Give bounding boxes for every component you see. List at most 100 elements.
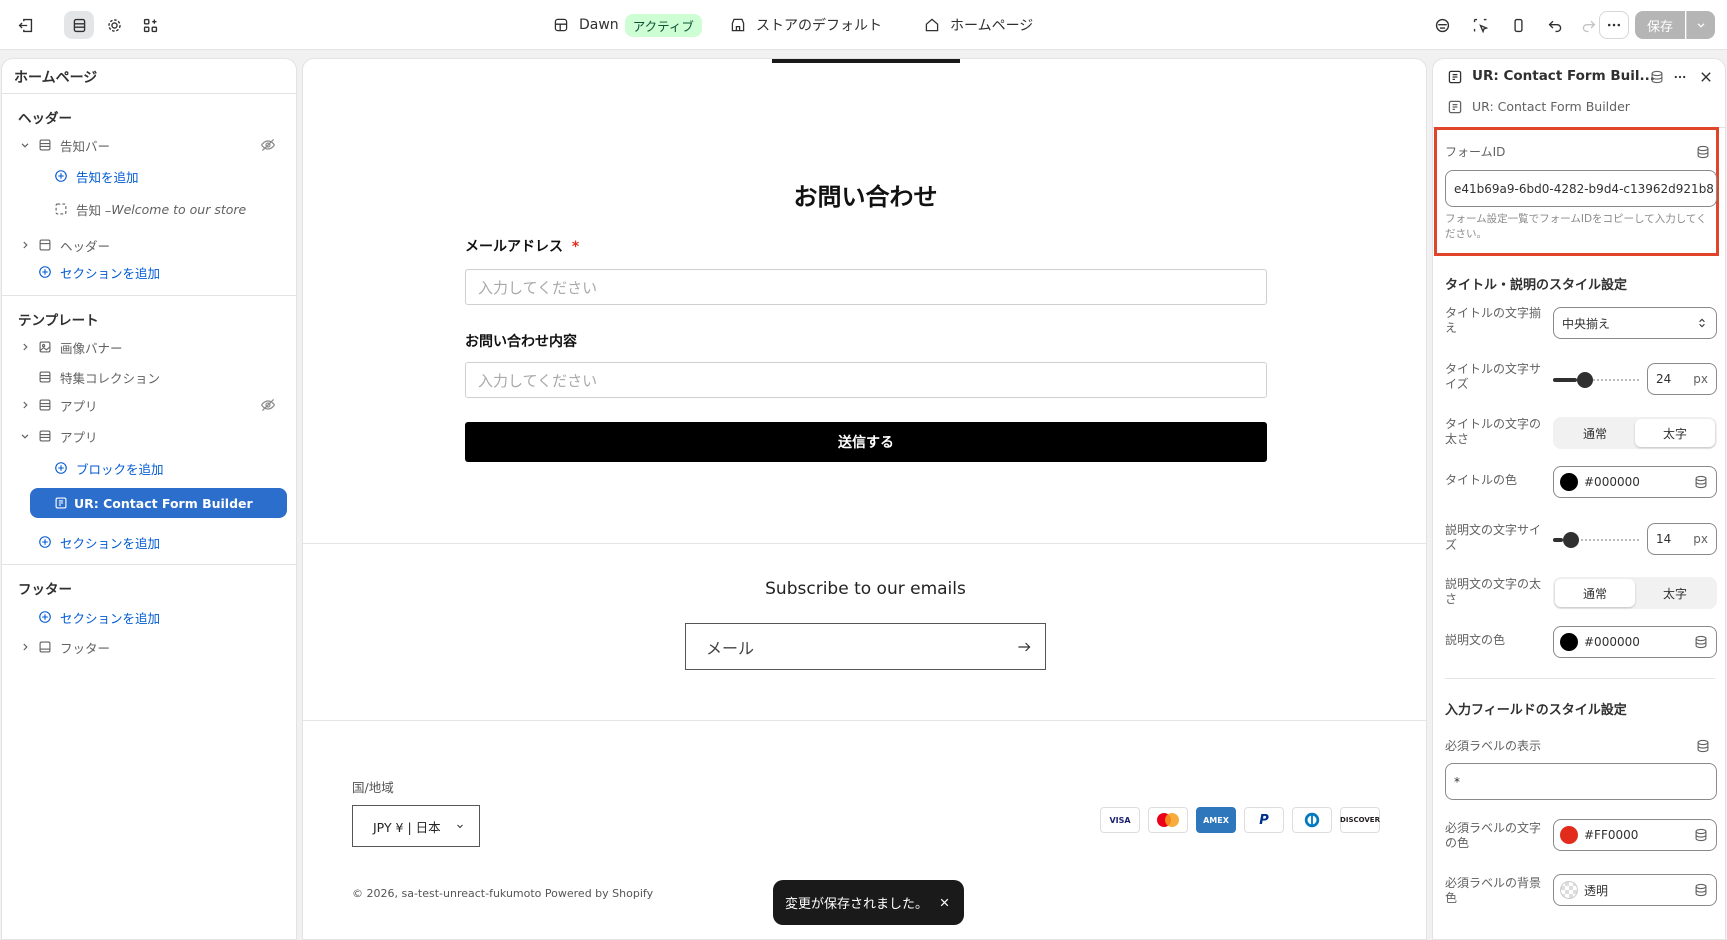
more-icon[interactable]: [1673, 70, 1687, 84]
close-icon[interactable]: [939, 897, 950, 908]
desc-color-picker[interactable]: #000000: [1553, 626, 1717, 658]
block-dashed-icon: [55, 203, 67, 215]
title-align-value: 中央揃え: [1562, 316, 1611, 331]
copyright-text: © 2026, sa-test-unreact-fukumoto Powered…: [352, 887, 654, 900]
tree-item-app-1[interactable]: アプリ: [38, 392, 98, 418]
required-mark: *: [571, 239, 580, 255]
color-swatch[interactable]: [1560, 633, 1578, 651]
add-section-link[interactable]: セクションを追加: [38, 604, 160, 630]
chevron-right-icon[interactable]: [19, 341, 31, 353]
plus-circle-icon: [39, 611, 51, 623]
title-color-picker[interactable]: #000000: [1553, 466, 1717, 498]
required-display-input[interactable]: *: [1445, 763, 1717, 800]
divider: [303, 720, 1426, 721]
input-style-heading: 入力フィールドのスタイル設定: [1445, 703, 1627, 718]
submit-button[interactable]: 送信する: [465, 422, 1267, 462]
color-swatch[interactable]: [1560, 826, 1578, 844]
tree-item-label: アプリ: [60, 398, 98, 414]
form-title: お問い合わせ: [793, 183, 938, 211]
weight-bold-option[interactable]: 太字: [1635, 419, 1715, 447]
tree-item-app-2[interactable]: アプリ: [38, 423, 98, 449]
add-block-link[interactable]: ブロックを追加: [54, 455, 164, 481]
required-bg-picker[interactable]: 透明: [1553, 874, 1717, 906]
desc-size-value: 14: [1656, 532, 1672, 546]
email-input[interactable]: 入力してください: [465, 269, 1267, 305]
arrow-right-icon[interactable]: [1016, 639, 1032, 655]
theme-name: Dawn: [579, 17, 619, 33]
tree-item-header[interactable]: ヘッダー: [38, 232, 110, 258]
page-selector[interactable]: ホームページ: [924, 0, 1033, 50]
undo-icon[interactable]: [1540, 11, 1570, 39]
chevron-down-icon[interactable]: [19, 139, 31, 151]
desc-size-slider[interactable]: [1553, 532, 1639, 548]
tree-item-announcement-bar[interactable]: 告知バー: [38, 132, 110, 158]
region-label: 国/地域: [352, 780, 394, 795]
desc-color-label: 説明文の色: [1445, 633, 1506, 647]
theme-selector[interactable]: Dawn アクティブ: [553, 0, 702, 50]
database-icon[interactable]: [1694, 635, 1708, 649]
settings-subtitle: UR: Contact Form Builder: [1472, 99, 1630, 114]
settings-icon[interactable]: [99, 11, 129, 39]
settings-title: UR: Contact Form Buil...: [1472, 68, 1655, 84]
form-id-input[interactable]: e41b69a9-6bd0-4282-b9d4-c13962d921b8: [1445, 170, 1717, 207]
divider: [1445, 678, 1715, 679]
theme-icon: [554, 18, 568, 32]
subscribe-email-input[interactable]: メール: [685, 623, 1046, 670]
title-size-slider[interactable]: [1553, 372, 1639, 388]
required-bg-value: 透明: [1584, 883, 1609, 898]
currency-select[interactable]: JPY ¥ | 日本: [352, 805, 480, 847]
title-size-input[interactable]: 24 px: [1647, 363, 1717, 395]
database-icon[interactable]: [1696, 145, 1710, 159]
sections-icon[interactable]: [64, 11, 94, 39]
panel-title: ホームページ: [14, 70, 98, 86]
inspector-icon[interactable]: [1427, 11, 1457, 39]
color-swatch[interactable]: [1560, 473, 1578, 491]
eye-hidden-icon[interactable]: [260, 137, 276, 153]
select-cursor-icon[interactable]: [1465, 11, 1495, 39]
apps-icon[interactable]: [135, 11, 165, 39]
database-icon[interactable]: [1650, 70, 1664, 84]
database-icon[interactable]: [1694, 828, 1708, 842]
title-align-select[interactable]: 中央揃え: [1553, 307, 1717, 339]
block-settings-panel: UR: Contact Form Buil... UR: Contact For…: [1432, 58, 1726, 940]
save-options-chevron-icon[interactable]: [1686, 11, 1715, 39]
eye-hidden-icon[interactable]: [260, 397, 276, 413]
email-field-label: メールアドレス *: [465, 236, 579, 256]
add-section-link[interactable]: セクションを追加: [38, 259, 160, 285]
desc-size-input[interactable]: 14 px: [1647, 523, 1717, 555]
required-color-picker[interactable]: #FF0000: [1553, 819, 1717, 851]
save-button[interactable]: 保存: [1635, 11, 1685, 39]
more-actions-icon[interactable]: [1599, 11, 1629, 39]
tree-item-image-banner[interactable]: 画像バナー: [38, 334, 123, 360]
chevron-right-icon[interactable]: [19, 399, 31, 411]
exit-icon[interactable]: [10, 11, 40, 39]
transparent-swatch[interactable]: [1560, 881, 1578, 899]
chevron-right-icon[interactable]: [19, 239, 31, 251]
add-announcement-link[interactable]: 告知を追加: [54, 163, 139, 189]
desc-weight-label: 説明文の文字の太さ: [1445, 577, 1542, 606]
chevron-down-icon[interactable]: [19, 430, 31, 442]
add-section-link[interactable]: セクションを追加: [38, 529, 160, 555]
plus-circle-icon: [55, 462, 67, 474]
slider-knob[interactable]: [1563, 532, 1580, 548]
weight-normal-option[interactable]: 通常: [1555, 419, 1635, 447]
database-icon[interactable]: [1694, 475, 1708, 489]
close-icon[interactable]: [1699, 70, 1713, 84]
tree-item-announcement[interactable]: 告知 – Welcome to our store: [54, 196, 246, 222]
store-default-selector[interactable]: ストアのデフォルト: [730, 0, 882, 50]
chevron-right-icon[interactable]: [19, 641, 31, 653]
section-tree-panel: ホームページ ヘッダー 告知バー 告知を追加 告知 – Welcome to o…: [1, 58, 297, 940]
storefront-preview: お問い合わせ メールアドレス * 入力してください お問い合わせ内容 入力してく…: [302, 58, 1427, 940]
tree-item-contact-form-builder[interactable]: UR: Contact Form Builder: [30, 488, 287, 518]
database-icon[interactable]: [1694, 883, 1708, 897]
weight-normal-option[interactable]: 通常: [1555, 579, 1635, 607]
database-icon[interactable]: [1696, 739, 1710, 753]
message-input[interactable]: 入力してください: [465, 362, 1267, 398]
visa-icon: VISA: [1100, 807, 1140, 833]
tree-item-footer[interactable]: フッター: [38, 634, 110, 660]
slider-knob[interactable]: [1577, 372, 1594, 388]
mobile-preview-icon[interactable]: [1503, 11, 1533, 39]
tree-item-featured-collection[interactable]: 特集コレクション: [38, 364, 160, 390]
weight-bold-option[interactable]: 太字: [1635, 579, 1715, 607]
header-section-icon: [39, 239, 51, 251]
